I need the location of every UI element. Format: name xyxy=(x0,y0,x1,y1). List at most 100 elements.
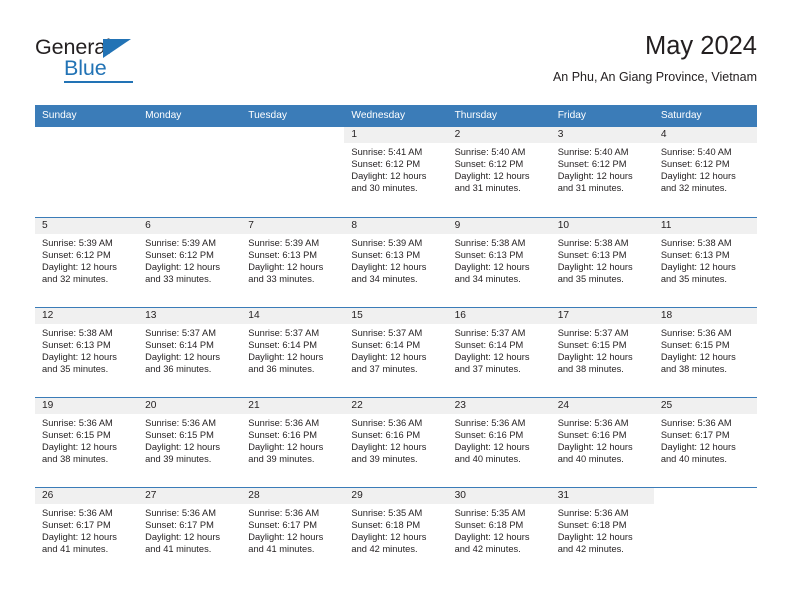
day-info-line: Sunrise: 5:40 AM xyxy=(660,147,732,157)
calendar-day-cell[interactable]: 3 Sunrise: 5:40 AM Sunset: 6:12 PM Daylight… xyxy=(550,127,654,217)
triangle-icon xyxy=(103,39,131,58)
calendar-day-cell[interactable]: 7 Sunrise: 5:39 AM Sunset: 6:13 PM Daylight… xyxy=(241,218,345,307)
day-info-line: and 35 minutes. xyxy=(42,363,109,374)
calendar-day-cell[interactable]: 24 Sunrise: 5:36 AM Sunset: 6:16 PM Dayligh… xyxy=(550,398,654,487)
day-number: 29 xyxy=(344,488,448,504)
day-sun-info: Sunrise: 5:36 AM Sunset: 6:17 PM Daylight:… xyxy=(654,414,757,466)
day-info-line: Sunrise: 5:39 AM xyxy=(351,238,423,248)
calendar-day-cell[interactable]: 26 Sunrise: 5:36 AM Sunset: 6:17 PM Dayligh… xyxy=(35,488,139,577)
calendar-day-cell[interactable]: 5 Sunrise: 5:39 AM Sunset: 6:12 PM Daylight… xyxy=(35,218,139,307)
calendar-day-cell[interactable]: 11 Sunrise: 5:38 AM Sunset: 6:13 PM Dayligh… xyxy=(653,218,757,307)
day-number: 13 xyxy=(138,308,242,324)
calendar-grid: Sunday Monday Tuesday Wednesday Thursday Frid… xyxy=(35,105,757,577)
day-number: 8 xyxy=(344,218,448,234)
day-info-line: Daylight: 12 hours xyxy=(42,531,117,542)
day-info-line: and 31 minutes. xyxy=(454,182,521,193)
day-info-line: and 39 minutes. xyxy=(248,453,315,464)
day-number: 2 xyxy=(447,127,551,143)
day-info-line: Sunset: 6:17 PM xyxy=(660,429,730,440)
calendar-day-cell[interactable]: 23 Sunrise: 5:36 AM Sunset: 6:16 PM Dayligh… xyxy=(447,398,551,487)
day-number: 3 xyxy=(550,127,654,143)
calendar-day-cell-empty xyxy=(654,488,757,577)
day-info-line: Daylight: 12 hours xyxy=(351,441,427,452)
day-info-line: Daylight: 12 hours xyxy=(42,351,117,362)
calendar-day-cell[interactable]: 19 Sunrise: 5:36 AM Sunset: 6:15 PM Dayligh… xyxy=(35,398,139,487)
day-info-line: Sunset: 6:12 PM xyxy=(454,158,524,169)
day-number: 4 xyxy=(653,127,757,143)
day-info-line: Sunrise: 5:35 AM xyxy=(454,508,526,518)
day-number: 10 xyxy=(550,218,654,234)
calendar-day-cell[interactable]: 30 Sunrise: 5:35 AM Sunset: 6:18 PM Dayligh… xyxy=(447,488,551,577)
calendar-day-cell[interactable]: 31 Sunrise: 5:36 AM Sunset: 6:18 PM Dayligh… xyxy=(550,488,654,577)
day-info-line: Sunset: 6:17 PM xyxy=(145,519,214,530)
day-sun-info: Sunrise: 5:37 AM Sunset: 6:14 PM Daylight:… xyxy=(344,324,447,376)
calendar-day-cell[interactable]: 14 Sunrise: 5:37 AM Sunset: 6:14 PM Dayligh… xyxy=(241,308,345,397)
calendar-day-cell[interactable]: 25 Sunrise: 5:36 AM Sunset: 6:17 PM Dayligh… xyxy=(653,398,757,487)
day-info-line: Sunrise: 5:37 AM xyxy=(145,328,216,338)
day-number: 1 xyxy=(344,127,448,143)
calendar-day-cell[interactable]: 2 Sunrise: 5:40 AM Sunset: 6:12 PM Daylight… xyxy=(447,127,551,217)
calendar-day-cell[interactable]: 4 Sunrise: 5:40 AM Sunset: 6:12 PM Daylight… xyxy=(653,127,757,217)
day-info-line: Daylight: 12 hours xyxy=(454,351,530,362)
calendar-day-cell[interactable]: 16 Sunrise: 5:37 AM Sunset: 6:14 PM Dayligh… xyxy=(447,308,551,397)
calendar-day-cell[interactable]: 10 Sunrise: 5:38 AM Sunset: 6:13 PM Dayligh… xyxy=(550,218,654,307)
day-number: 19 xyxy=(35,398,139,414)
day-number: 24 xyxy=(550,398,654,414)
calendar-day-cell[interactable]: 13 Sunrise: 5:37 AM Sunset: 6:14 PM Dayligh… xyxy=(138,308,242,397)
calendar-day-cell[interactable]: 15 Sunrise: 5:37 AM Sunset: 6:14 PM Dayligh… xyxy=(344,308,448,397)
day-info-line: Sunrise: 5:36 AM xyxy=(557,508,629,518)
day-sun-info: Sunrise: 5:36 AM Sunset: 6:15 PM Daylight:… xyxy=(654,324,757,376)
page-subtitle: An Phu, An Giang Province, Vietnam xyxy=(552,70,757,84)
day-info-line: Sunset: 6:16 PM xyxy=(557,429,627,440)
calendar-day-cell[interactable]: 9 Sunrise: 5:38 AM Sunset: 6:13 PM Daylight… xyxy=(447,218,551,307)
day-info-line: Sunrise: 5:36 AM xyxy=(454,418,526,428)
calendar-day-cell[interactable]: 29 Sunrise: 5:35 AM Sunset: 6:18 PM Dayligh… xyxy=(344,488,448,577)
day-info-line: Daylight: 12 hours xyxy=(660,351,736,362)
day-info-line: Daylight: 12 hours xyxy=(248,441,324,452)
day-info-line: Sunset: 6:15 PM xyxy=(145,429,214,440)
day-info-line: Sunrise: 5:38 AM xyxy=(42,328,113,338)
day-info-line: Daylight: 12 hours xyxy=(454,261,530,272)
day-info-line: and 42 minutes. xyxy=(351,543,418,554)
day-info-line: and 32 minutes. xyxy=(42,273,109,284)
calendar-day-cell[interactable]: 28 Sunrise: 5:36 AM Sunset: 6:17 PM Dayligh… xyxy=(241,488,345,577)
day-info-line: Daylight: 12 hours xyxy=(454,170,530,181)
calendar-day-cell[interactable]: 17 Sunrise: 5:37 AM Sunset: 6:15 PM Dayligh… xyxy=(550,308,654,397)
day-info-line: Sunset: 6:15 PM xyxy=(557,339,627,350)
calendar-day-cell[interactable]: 27 Sunrise: 5:36 AM Sunset: 6:17 PM Dayligh… xyxy=(138,488,242,577)
day-info-line: Daylight: 12 hours xyxy=(557,170,633,181)
day-info-line: and 41 minutes. xyxy=(42,543,109,554)
day-info-line: Sunset: 6:18 PM xyxy=(351,519,421,530)
calendar-week-row: 19 Sunrise: 5:36 AM Sunset: 6:15 PM Dayligh… xyxy=(35,397,757,487)
day-info-line: Sunrise: 5:36 AM xyxy=(145,508,216,518)
weekday-header-wednesday: Wednesday xyxy=(351,110,406,121)
day-sun-info: Sunrise: 5:38 AM Sunset: 6:13 PM Daylight:… xyxy=(551,234,654,286)
day-info-line: Sunset: 6:12 PM xyxy=(557,158,627,169)
calendar-day-cell[interactable]: 18 Sunrise: 5:36 AM Sunset: 6:15 PM Dayligh… xyxy=(653,308,757,397)
day-info-line: Daylight: 12 hours xyxy=(42,261,117,272)
logo-underline xyxy=(64,81,133,83)
calendar-day-cell[interactable]: 21 Sunrise: 5:36 AM Sunset: 6:16 PM Dayligh… xyxy=(241,398,345,487)
calendar-day-cell[interactable]: 6 Sunrise: 5:39 AM Sunset: 6:12 PM Daylight… xyxy=(138,218,242,307)
weekday-header-sunday: Sunday xyxy=(42,110,77,121)
day-info-line: and 41 minutes. xyxy=(248,543,315,554)
day-number: 14 xyxy=(241,308,345,324)
day-sun-info: Sunrise: 5:39 AM Sunset: 6:12 PM Daylight:… xyxy=(138,234,241,286)
day-info-line: and 34 minutes. xyxy=(454,273,521,284)
day-info-line: Daylight: 12 hours xyxy=(145,351,221,362)
calendar-day-cell-empty xyxy=(138,127,241,217)
day-info-line: Daylight: 12 hours xyxy=(557,351,633,362)
calendar-day-cell[interactable]: 22 Sunrise: 5:36 AM Sunset: 6:16 PM Dayligh… xyxy=(344,398,448,487)
general-blue-logo: General Blue xyxy=(35,36,175,88)
day-info-line: Daylight: 12 hours xyxy=(660,261,736,272)
calendar-day-cell[interactable]: 8 Sunrise: 5:39 AM Sunset: 6:13 PM Daylight… xyxy=(344,218,448,307)
calendar-day-cell[interactable]: 1 Sunrise: 5:41 AM Sunset: 6:12 PM Daylight… xyxy=(344,127,448,217)
day-info-line: Sunset: 6:17 PM xyxy=(42,519,111,530)
day-info-line: and 36 minutes. xyxy=(248,363,315,374)
day-info-line: and 40 minutes. xyxy=(557,453,624,464)
day-info-line: Sunset: 6:13 PM xyxy=(42,339,111,350)
calendar-day-cell[interactable]: 12 Sunrise: 5:38 AM Sunset: 6:13 PM Dayligh… xyxy=(35,308,139,397)
calendar-day-cell[interactable]: 20 Sunrise: 5:36 AM Sunset: 6:15 PM Dayligh… xyxy=(138,398,242,487)
day-number: 26 xyxy=(35,488,139,504)
day-info-line: and 35 minutes. xyxy=(557,273,624,284)
